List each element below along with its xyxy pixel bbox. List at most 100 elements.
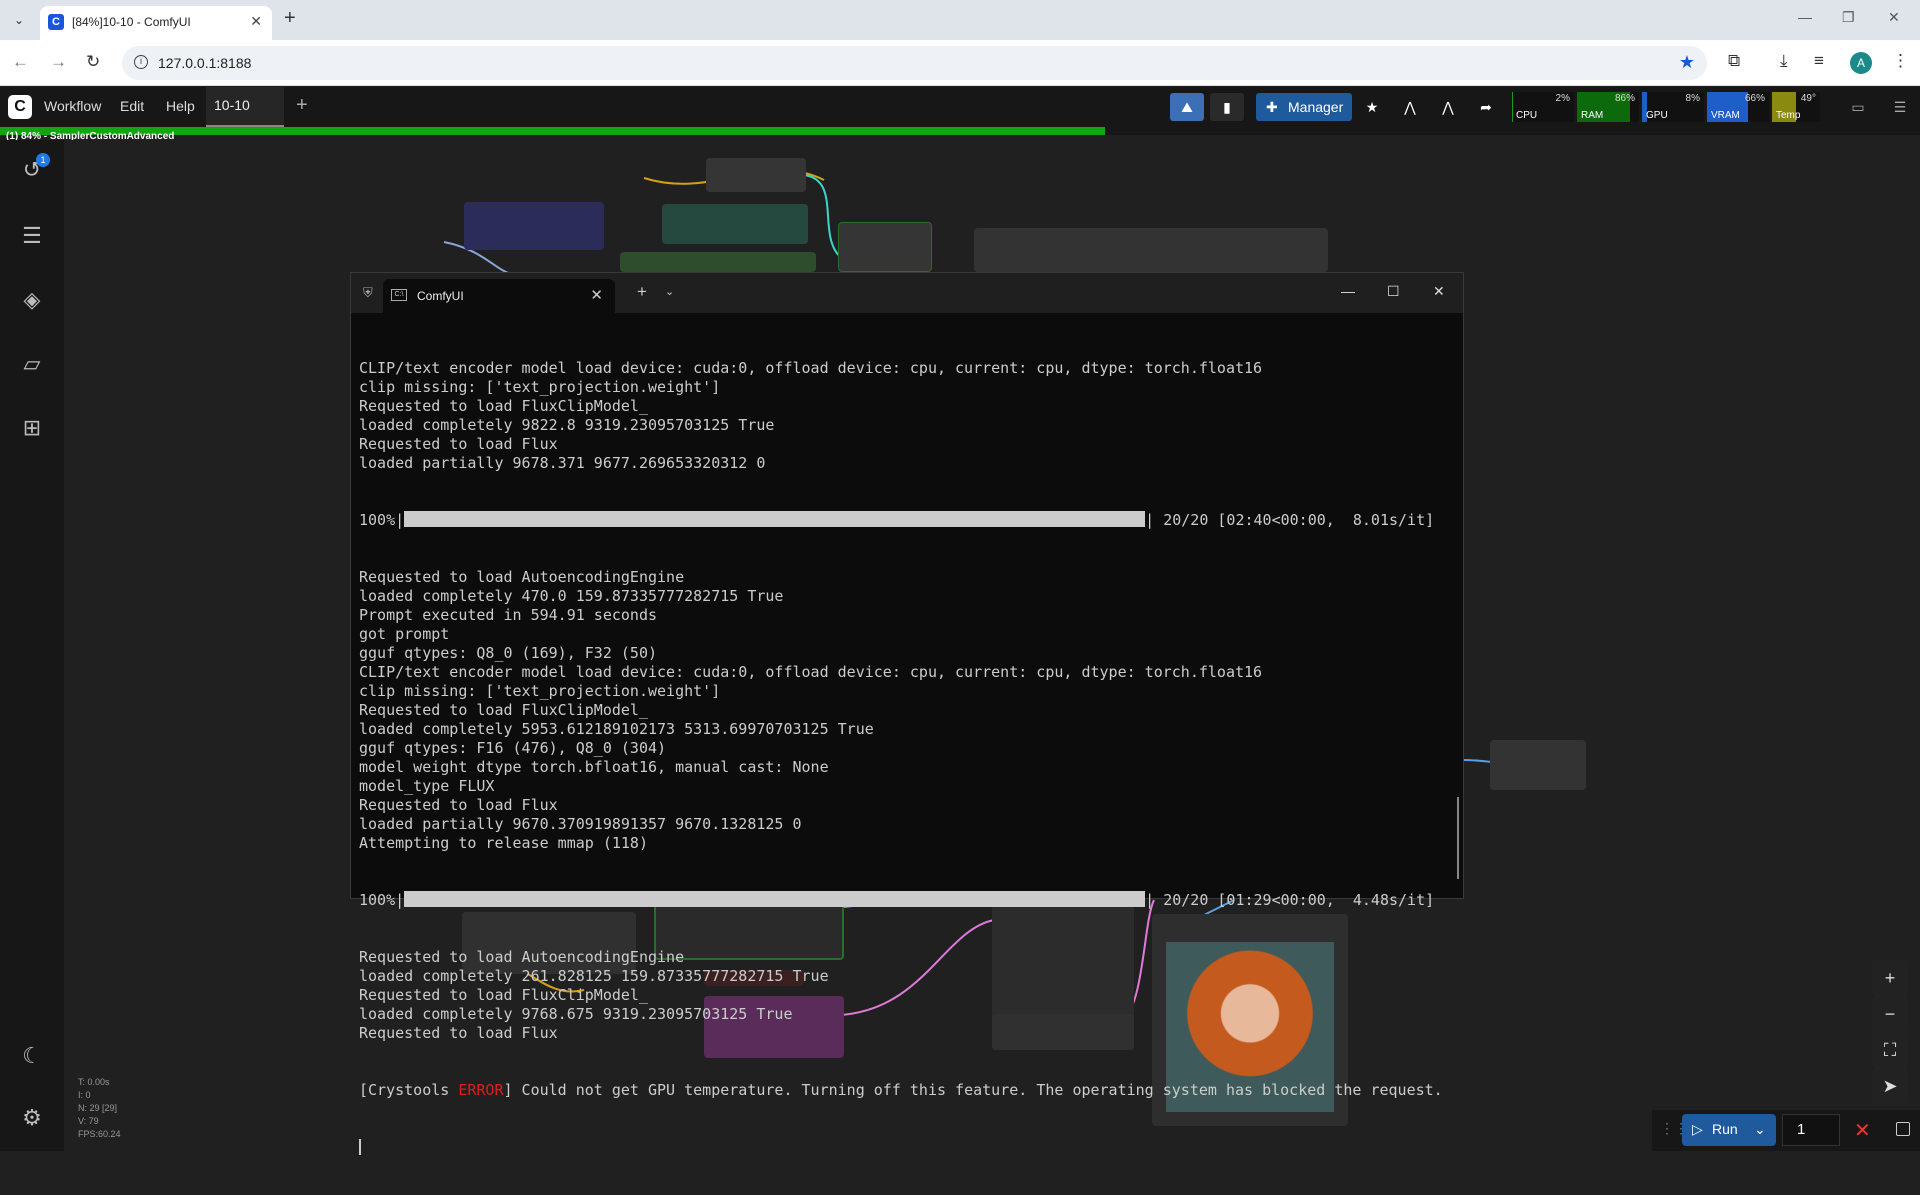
profile-avatar[interactable]: A — [1850, 52, 1872, 74]
tab-search-button[interactable]: ⌄ — [8, 9, 30, 31]
model-library-icon[interactable]: ◈ — [18, 286, 46, 314]
download-icon[interactable]: ⤓ — [1780, 51, 1788, 71]
reload-icon[interactable]: ↻ — [86, 52, 100, 72]
terminal-line: loaded completely 9768.675 9319.23095703… — [359, 1005, 793, 1023]
canvas-node[interactable] — [620, 252, 816, 272]
url-text[interactable]: 127.0.0.1:8188 — [158, 55, 251, 71]
manager-label: Manager — [1288, 99, 1344, 115]
site-info-icon[interactable]: i — [134, 55, 148, 69]
terminal-progress-line: 100%| | 20/20 [02:40<00:00, 8.01s/it] — [359, 511, 1435, 529]
new-tab-button[interactable]: + — [284, 7, 296, 30]
workflow-tab[interactable]: 10-10 — [206, 87, 284, 127]
terminal-line: Requested to load Flux — [359, 1024, 558, 1042]
workflows-folder-icon[interactable]: ▱ — [18, 350, 46, 378]
media-control-icon[interactable]: ≡ — [1814, 51, 1824, 71]
extensions-icon[interactable]: ⧉ — [1728, 51, 1740, 71]
puzzle-icon: ✚ — [1266, 99, 1278, 115]
menu-workflow[interactable]: Workflow — [44, 98, 101, 114]
queue-panel-toggle-icon[interactable] — [1896, 1122, 1910, 1136]
stat-fps: FPS:60.24 — [78, 1129, 121, 1139]
terminal-output[interactable]: CLIP/text encoder model load device: cud… — [359, 321, 1449, 1195]
terminal-line: gguf qtypes: F16 (476), Q8_0 (304) — [359, 739, 667, 757]
bookmark-icon[interactable]: ▮ — [1210, 93, 1244, 121]
close-tab-icon[interactable]: ✕ — [250, 13, 262, 30]
back-icon[interactable]: ← — [12, 52, 29, 72]
terminal-line: loaded partially 9678.371 9677.269653320… — [359, 454, 766, 472]
terminal-maximize-icon[interactable]: ☐ — [1387, 283, 1400, 300]
comfy-deploy-icon[interactable]: ⛰ — [1170, 93, 1204, 121]
menu-edit[interactable]: Edit — [120, 98, 144, 114]
terminal-minimize-icon[interactable]: — — [1341, 283, 1355, 299]
star-icon[interactable]: ★ — [1356, 93, 1388, 121]
restore-icon[interactable]: ❐ — [1842, 9, 1855, 26]
canvas-node[interactable] — [706, 158, 806, 192]
vram-label: VRAM — [1711, 110, 1740, 121]
theme-toggle-moon-icon[interactable]: ☾ — [18, 1042, 46, 1070]
terminal-line: loaded completely 261.828125 159.8733577… — [359, 967, 829, 985]
add-workflow-button[interactable]: + — [296, 94, 308, 117]
run-button[interactable]: ▷ Run ⌄ — [1682, 1114, 1776, 1146]
terminal-tab[interactable]: C:\ ComfyUI ✕ — [383, 279, 615, 313]
temp-monitor: Temp 49° — [1772, 92, 1820, 122]
terminal-prompt-line — [359, 1138, 1449, 1157]
terminal-scrollbar[interactable] — [1457, 797, 1459, 879]
terminal-line: loaded partially 9670.370919891357 9670.… — [359, 815, 802, 833]
new-terminal-tab-icon[interactable]: + — [637, 282, 647, 302]
temp-label: Temp — [1776, 110, 1801, 121]
zoom-in-icon[interactable]: + — [1872, 960, 1908, 996]
hamburger-menu-icon[interactable]: ☰ — [1884, 93, 1916, 121]
canvas-node[interactable] — [838, 222, 932, 272]
stat-i: I: 0 — [78, 1090, 91, 1100]
settings-gear-icon[interactable]: ⚙ — [18, 1104, 46, 1132]
select-mode-icon[interactable]: ➤ — [1872, 1068, 1908, 1104]
terminal-icon: C:\ — [391, 289, 407, 301]
execution-progress — [0, 127, 1920, 135]
terminal-line: clip missing: ['text_projection.weight'] — [359, 682, 721, 700]
templates-icon[interactable]: ⊞ — [18, 414, 46, 442]
manager-button[interactable]: ✚ Manager — [1256, 93, 1352, 121]
browser-tab[interactable]: C [84%]10-10 - ComfyUI ✕ — [40, 6, 272, 40]
terminal-line: Requested to load Flux — [359, 796, 558, 814]
zoom-out-icon[interactable]: − — [1872, 996, 1908, 1032]
bookmark-star-icon[interactable]: ★ — [1679, 52, 1695, 73]
browser-menu-icon[interactable]: ⋮ — [1892, 51, 1909, 71]
terminal-dropdown-icon[interactable]: ⌄ — [665, 285, 674, 298]
toggle-panel-icon[interactable]: ▭ — [1842, 93, 1874, 121]
model-manager-icon[interactable]: ⋀ — [1394, 93, 1426, 121]
canvas-node[interactable] — [1490, 740, 1586, 790]
cancel-run-icon[interactable]: ✕ — [1854, 1118, 1871, 1143]
vram-value: 66% — [1744, 93, 1765, 104]
ram-monitor: RAM 86% — [1577, 92, 1639, 122]
run-label: Run — [1712, 1121, 1738, 1137]
ram-value: 86% — [1614, 93, 1635, 104]
close-terminal-tab-icon[interactable]: ✕ — [590, 286, 603, 304]
forward-icon[interactable]: → — [50, 52, 67, 72]
terminal-line: Requested to load FluxClipModel_ — [359, 397, 648, 415]
stat-nodes: N: 29 [29] — [78, 1103, 118, 1113]
fit-view-icon[interactable]: ⛶ — [1872, 1032, 1908, 1068]
share-icon[interactable]: ➦ — [1470, 93, 1502, 121]
left-sidebar: ↺ ☰ ◈ ▱ ⊞ ☾ ⚙ — [0, 140, 64, 1151]
address-bar[interactable]: i 127.0.0.1:8188 ★ — [122, 46, 1707, 80]
terminal-progress-line: 100%| | 20/20 [01:29<00:00, 4.48s/it] — [359, 891, 1435, 909]
cpu-monitor: CPU 2% — [1512, 92, 1574, 122]
terminal-close-icon[interactable]: ✕ — [1433, 283, 1445, 300]
terminal-titlebar: ⛨ C:\ ComfyUI ✕ + ⌄ — ☐ ✕ — [351, 273, 1463, 313]
comfyui-logo-icon[interactable]: C — [8, 95, 32, 119]
terminal-line: Prompt executed in 594.91 seconds — [359, 606, 658, 624]
terminal-line: Requested to load AutoencodingEngine — [359, 948, 685, 966]
close-window-icon[interactable]: ✕ — [1888, 9, 1900, 26]
model-manager-alt-icon[interactable]: ⋀ — [1432, 93, 1464, 121]
node-library-icon[interactable]: ☰ — [18, 222, 46, 250]
minimize-icon[interactable]: — — [1798, 9, 1812, 25]
canvas-node[interactable] — [662, 204, 808, 244]
menu-help[interactable]: Help — [166, 98, 195, 114]
batch-count-input[interactable]: 1 — [1782, 1114, 1840, 1146]
temp-value: 49° — [1800, 93, 1816, 104]
canvas-node[interactable] — [974, 228, 1328, 272]
terminal-line: CLIP/text encoder model load device: cud… — [359, 359, 1263, 377]
cpu-monitor-fill — [1512, 92, 1514, 122]
run-options-chevron-icon[interactable]: ⌄ — [1754, 1121, 1766, 1138]
terminal-line: Requested to load FluxClipModel_ — [359, 986, 648, 1004]
canvas-node[interactable] — [464, 202, 604, 250]
